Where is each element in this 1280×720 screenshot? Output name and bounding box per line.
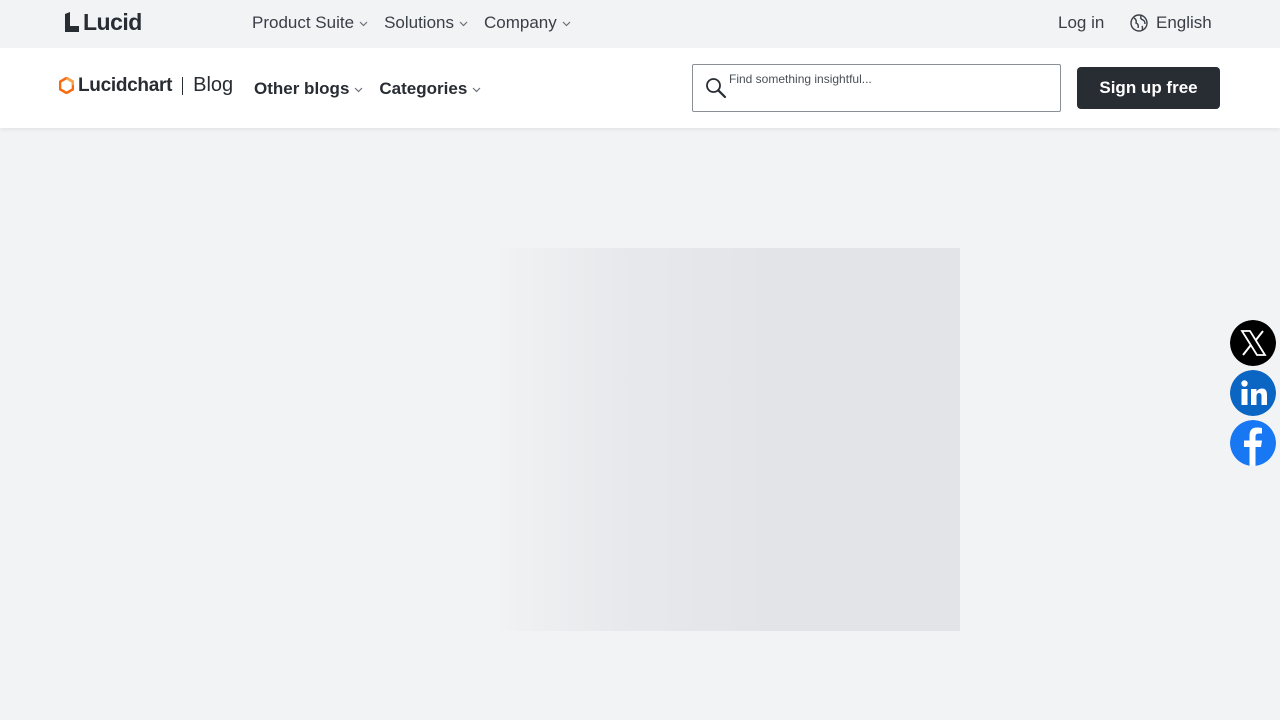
chevron-down-icon: [354, 87, 363, 93]
logo-divider: [182, 76, 184, 95]
lucidchart-mark-icon: [59, 77, 74, 94]
nav-label: Categories: [379, 79, 468, 98]
nav-product-suite[interactable]: Product Suite: [252, 13, 368, 33]
nav-categories[interactable]: Categories: [379, 79, 481, 99]
search-box[interactable]: [692, 64, 1061, 112]
nav-label: Company: [484, 13, 557, 32]
sign-up-button[interactable]: Sign up free: [1077, 67, 1220, 109]
nav-label: Product Suite: [252, 13, 355, 32]
lucidchart-wordmark: Lucidchart: [78, 74, 173, 96]
social-share-bar: [1230, 320, 1276, 466]
globe-icon: [1130, 14, 1148, 32]
nav-label: Solutions: [384, 13, 454, 32]
login-link[interactable]: Log in: [1058, 13, 1104, 33]
blog-label: Blog: [193, 74, 234, 96]
top-nav: Product Suite Solutions Company: [252, 13, 571, 33]
top-bar: Lucid Product Suite Solutions Company Lo…: [0, 0, 1280, 48]
chevron-down-icon: [562, 21, 571, 27]
lucid-mark-icon: [65, 12, 79, 32]
lucidchart-blog-logo[interactable]: Lucidchart Blog: [59, 74, 233, 97]
language-selector[interactable]: English: [1130, 13, 1212, 33]
linkedin-icon[interactable]: [1230, 370, 1276, 416]
lucid-logo[interactable]: Lucid: [64, 8, 142, 35]
language-label: English: [1156, 13, 1212, 32]
blog-nav: Other blogs Categories: [254, 79, 481, 99]
facebook-icon[interactable]: [1230, 420, 1276, 466]
nav-other-blogs[interactable]: Other blogs: [254, 79, 363, 99]
blog-header: Lucidchart Blog Other blogs Categories S…: [0, 48, 1280, 128]
x-icon[interactable]: [1230, 320, 1276, 366]
nav-company[interactable]: Company: [484, 13, 571, 33]
chevron-down-icon: [459, 21, 468, 27]
nav-solutions[interactable]: Solutions: [384, 13, 468, 33]
search-icon: [706, 78, 727, 99]
lucid-wordmark: Lucid: [83, 8, 142, 35]
chevron-down-icon: [359, 21, 368, 27]
search-input[interactable]: [729, 70, 1049, 88]
chevron-down-icon: [472, 87, 481, 93]
hero-image-placeholder: [500, 248, 960, 631]
nav-label: Other blogs: [254, 79, 350, 98]
